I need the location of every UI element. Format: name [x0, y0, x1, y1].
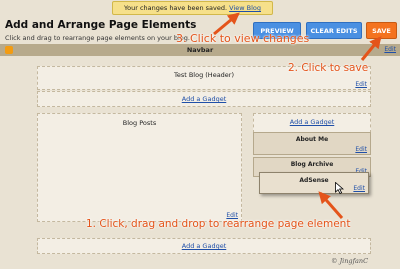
add-gadget-bottom-link[interactable]: Add a Gadget — [38, 242, 370, 250]
add-gadget-bottom-panel: Add a Gadget — [37, 238, 371, 254]
about-me-widget[interactable]: About Me Edit — [253, 132, 371, 155]
blog-archive-title: Blog Archive — [290, 161, 334, 168]
annotation-step3: 3. Click to view changes — [176, 32, 310, 45]
arrow-to-dragged-widget — [318, 191, 344, 219]
blog-posts-panel[interactable]: Blog Posts Edit — [37, 113, 242, 222]
about-me-edit-link[interactable]: Edit — [355, 146, 367, 153]
view-blog-link[interactable]: View Blog — [229, 4, 261, 12]
adsense-edit-link[interactable]: Edit — [353, 185, 365, 192]
saved-notice-text: Your changes have been saved. — [124, 4, 228, 12]
arrow-to-view-blog — [213, 12, 240, 36]
page-subtitle: Click and drag to rearrange page element… — [5, 34, 190, 42]
add-gadget-top-link[interactable]: Add a Gadget — [38, 95, 370, 103]
adsense-title: AdSense — [299, 177, 329, 184]
sidebar-add-gadget-panel: Add a Gadget — [253, 113, 371, 133]
mouse-cursor-icon — [335, 182, 344, 194]
annotation-step2: 2. Click to save — [288, 62, 369, 74]
navbar: Navbar Edit — [0, 44, 400, 56]
about-me-title: About Me — [295, 136, 329, 143]
header-edit-link[interactable]: Edit — [355, 81, 367, 88]
blog-posts-title: Blog Posts — [122, 119, 157, 127]
add-gadget-top-panel: Add a Gadget — [37, 91, 371, 107]
saved-notice: Your changes have been saved. View Blog — [112, 1, 273, 15]
watermark: © JingfanC — [331, 257, 369, 265]
adsense-widget-dragging[interactable]: AdSense Edit — [259, 172, 369, 194]
navbar-label: Navbar — [186, 46, 214, 54]
sidebar-add-gadget-link[interactable]: Add a Gadget — [254, 118, 370, 126]
save-button[interactable]: SAVE — [366, 22, 397, 39]
page-title: Add and Arrange Page Elements — [5, 19, 197, 31]
annotation-step1: 1. Click, drag and drop to rearrange pag… — [86, 218, 351, 230]
clear-edits-button[interactable]: CLEAR EDITS — [306, 22, 362, 39]
navbar-edit-link[interactable]: Edit — [384, 44, 396, 56]
